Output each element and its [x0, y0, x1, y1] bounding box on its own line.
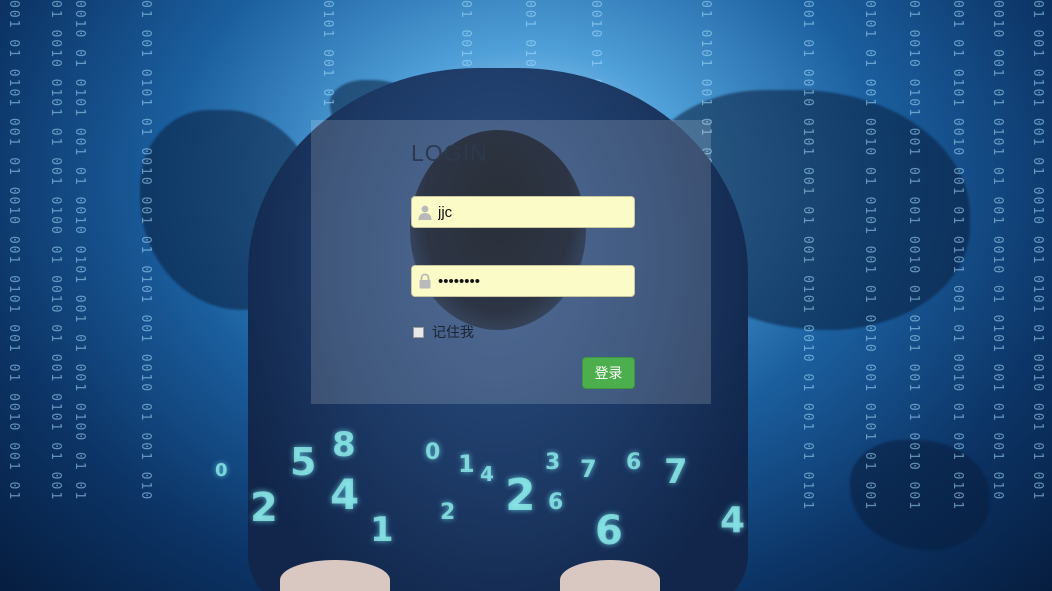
floating-digit: 1	[370, 510, 394, 550]
user-icon	[417, 204, 433, 220]
binary-rain: 001 01 0010 0101 001 01 001 0101 0010 01…	[800, 0, 815, 511]
username-field[interactable]	[411, 196, 635, 228]
login-button[interactable]: 登录	[582, 357, 635, 389]
binary-rain: 01 001 0101 001 01 0010 001 0101 01 0010…	[1030, 0, 1045, 502]
floating-digit: 7	[664, 452, 688, 492]
floating-digit: 3	[545, 450, 561, 475]
floating-digit: 1	[458, 450, 475, 478]
password-field[interactable]	[411, 265, 635, 297]
binary-rain: 001 01 0101 001 01 0010 001 0101 001 01 …	[6, 0, 21, 502]
binary-rain: 001 01 0101 0010 001 01 0101 001 01 0010…	[950, 0, 965, 511]
floating-digit: 7	[580, 455, 597, 483]
floating-digit: 0	[215, 460, 228, 481]
floating-digit: 0	[425, 440, 441, 465]
lock-icon	[417, 273, 433, 289]
floating-digit: 4	[720, 500, 746, 541]
password-input[interactable]	[438, 266, 628, 296]
login-panel: LOGIN 记住我 登录	[311, 120, 711, 404]
binary-rain: 0010 001 01 0101 01 001 0010 01 0101 001…	[990, 0, 1005, 502]
floating-digit: 6	[548, 490, 564, 515]
remember-me[interactable]: 记住我	[411, 322, 474, 342]
binary-rain: 0010 01 0101 001 01 0010 0101 001 01 001…	[72, 0, 87, 502]
floating-digit: 2	[440, 500, 456, 525]
floating-digit: 2	[505, 470, 536, 521]
floating-digit: 5	[290, 440, 317, 484]
floating-digit: 4	[330, 470, 360, 519]
floating-digit: 4	[480, 462, 494, 486]
binary-rain: 01 0010 0101 001 01 001 0010 01 0101 001…	[906, 0, 921, 511]
remember-label: 记住我	[432, 324, 474, 340]
binary-rain: 0101 01 001 0010 01 0101 001 01 0010 001…	[862, 0, 877, 511]
remember-checkbox[interactable]	[413, 326, 424, 338]
floating-digit: 6	[595, 508, 623, 554]
page-title: LOGIN	[411, 140, 488, 166]
floating-digit: 8	[332, 425, 356, 465]
binary-rain: 01 0010 0101 01 001 0100 01 0010 01 001 …	[48, 0, 63, 502]
username-input[interactable]	[438, 197, 628, 227]
binary-rain: 01 001 0101 01 0010 001 01 0101 001 0010…	[138, 0, 153, 502]
floating-digit: 2	[250, 485, 278, 531]
floating-digit: 6	[626, 450, 642, 475]
